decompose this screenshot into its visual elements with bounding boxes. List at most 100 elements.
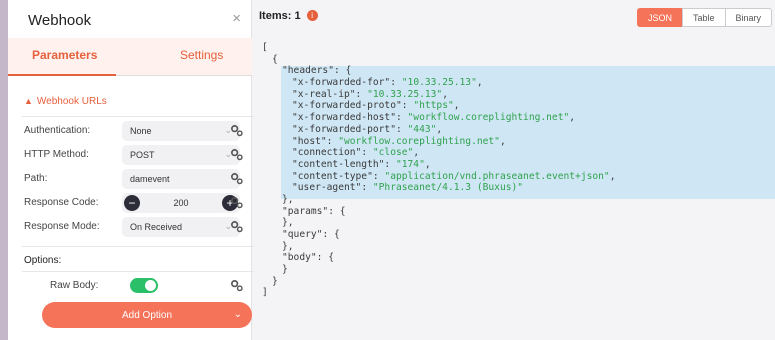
json-line: { <box>262 54 775 66</box>
json-value: "443" <box>407 123 437 135</box>
authentication-select[interactable]: None ⌄ <box>122 121 240 141</box>
json-key: "x-real-ip" <box>292 88 356 100</box>
json-key: "x-forwarded-for" <box>292 77 391 89</box>
json-value: "10.33.25.13" <box>367 88 443 100</box>
json-line: "x-forwarded-proto": "https", <box>292 100 460 112</box>
json-value: "https" <box>413 100 454 112</box>
gear-icon[interactable] <box>230 220 243 233</box>
json-value: "workflow.coreplighting.net" <box>407 112 570 124</box>
close-icon[interactable]: × <box>232 10 241 27</box>
divider <box>22 116 254 117</box>
raw-body-toggle[interactable] <box>130 278 158 293</box>
options-label: Options: <box>24 255 62 266</box>
json-line: "x-forwarded-for": "10.33.25.13", <box>292 77 483 89</box>
path-input[interactable]: damevent <box>122 169 240 189</box>
json-line: "query": { <box>262 229 775 241</box>
json-line: "body": { <box>262 252 775 264</box>
json-key: "query" <box>282 229 323 240</box>
json-value: "174" <box>395 158 425 170</box>
toggle-knob <box>145 280 156 291</box>
json-punctuation: , <box>499 135 506 147</box>
json-line: "headers": { <box>262 65 775 77</box>
json-key: "content-type" <box>292 170 373 182</box>
json-line: "user-agent": "Phraseanet/4.1.3 (Buxus)" <box>292 182 524 194</box>
json-line: "content-length": "174", <box>292 158 431 170</box>
json-line: "host": "workflow.coreplighting.net", <box>292 135 506 147</box>
json-key: "params" <box>282 205 329 217</box>
items-count: Items: 1i <box>259 10 318 22</box>
gear-icon[interactable] <box>230 279 243 292</box>
json-key: "content-length" <box>292 158 385 170</box>
json-punctuation: }, <box>282 193 294 205</box>
param-response-code: Response Code: − 200 + <box>24 193 252 213</box>
json-punctuation: }, <box>282 240 294 252</box>
path-label: Path: <box>24 173 48 184</box>
authentication-value: None <box>130 126 152 136</box>
http-method-select[interactable]: POST ⌄ <box>122 145 240 165</box>
json-line: }, <box>262 194 775 206</box>
option-raw-body: Raw Body: <box>24 278 252 294</box>
json-punctuation: : { <box>322 229 340 240</box>
json-key: "x-forwarded-port" <box>292 123 396 135</box>
json-value: "application/vnd.phraseanet.event+json" <box>384 170 610 182</box>
json-line: }, <box>262 241 775 253</box>
node-title: Webhook <box>28 12 92 29</box>
json-punctuation: } <box>272 275 278 287</box>
json-line: "connection": "close", <box>292 147 420 159</box>
json-output: [{"headers": {"x-forwarded-for": "10.33.… <box>262 42 775 299</box>
json-line: ] <box>262 287 775 299</box>
view-binary-button[interactable]: Binary <box>724 8 773 27</box>
json-value: "10.33.25.13" <box>401 77 477 89</box>
response-mode-value: On Received <box>130 222 183 232</box>
json-key: "connection" <box>292 147 362 159</box>
json-line: } <box>262 264 775 276</box>
json-punctuation: [ <box>262 42 268 53</box>
json-punctuation: , <box>476 77 483 89</box>
json-line: } <box>262 276 775 288</box>
json-key: "x-forwarded-host" <box>292 112 396 124</box>
view-table-button[interactable]: Table <box>682 8 726 27</box>
json-punctuation: , <box>442 88 448 100</box>
output-view-switch: JSON Table Binary <box>637 8 773 27</box>
json-punctuation: } <box>282 264 288 276</box>
raw-body-label: Raw Body: <box>50 280 99 291</box>
json-value: "close" <box>372 147 414 159</box>
path-value: damevent <box>130 174 170 184</box>
add-option-button[interactable]: Add Option ⌄ <box>42 302 252 328</box>
panel-tabs: Parameters Settings <box>8 38 252 76</box>
section-label: Webhook URLs <box>36 96 107 107</box>
json-punctuation: , <box>436 123 443 135</box>
response-code-stepper[interactable]: − 200 + <box>122 193 240 213</box>
gear-icon[interactable] <box>230 196 243 209</box>
json-punctuation: , <box>424 158 431 170</box>
json-punctuation: : { <box>333 65 352 77</box>
response-mode-label: Response Mode: <box>24 221 100 232</box>
gear-icon[interactable] <box>230 148 243 161</box>
gear-icon[interactable] <box>230 172 243 185</box>
json-punctuation: { <box>272 53 278 65</box>
info-icon[interactable]: i <box>306 10 318 21</box>
add-option-label: Add Option <box>121 310 173 321</box>
tab-settings[interactable]: Settings <box>180 48 223 62</box>
gear-icon[interactable] <box>230 124 243 137</box>
section-webhook-urls[interactable]: ▲ Webhook URLs <box>24 96 107 107</box>
response-mode-select[interactable]: On Received ⌄ <box>122 217 240 237</box>
json-punctuation: ] <box>262 287 268 299</box>
param-response-mode: Response Mode: On Received ⌄ <box>24 217 252 237</box>
chevron-up-icon: ▲ <box>24 96 33 106</box>
chevron-down-icon: ⌄ <box>233 309 242 320</box>
json-key: "body" <box>282 252 317 264</box>
json-key: "user-agent" <box>292 182 362 194</box>
view-json-button[interactable]: JSON <box>637 8 684 27</box>
json-punctuation: : { <box>316 252 334 264</box>
left-edge-strip <box>0 0 8 340</box>
json-punctuation: }, <box>282 217 294 229</box>
json-line: }, <box>262 217 775 229</box>
json-key: "headers" <box>282 65 334 77</box>
json-punctuation: , <box>609 170 616 182</box>
divider <box>22 246 254 247</box>
json-line: "x-real-ip": "10.33.25.13", <box>292 88 448 100</box>
json-key: "x-forwarded-proto" <box>292 100 402 112</box>
items-label: Items: <box>259 10 292 22</box>
tab-parameters[interactable]: Parameters <box>32 48 97 62</box>
